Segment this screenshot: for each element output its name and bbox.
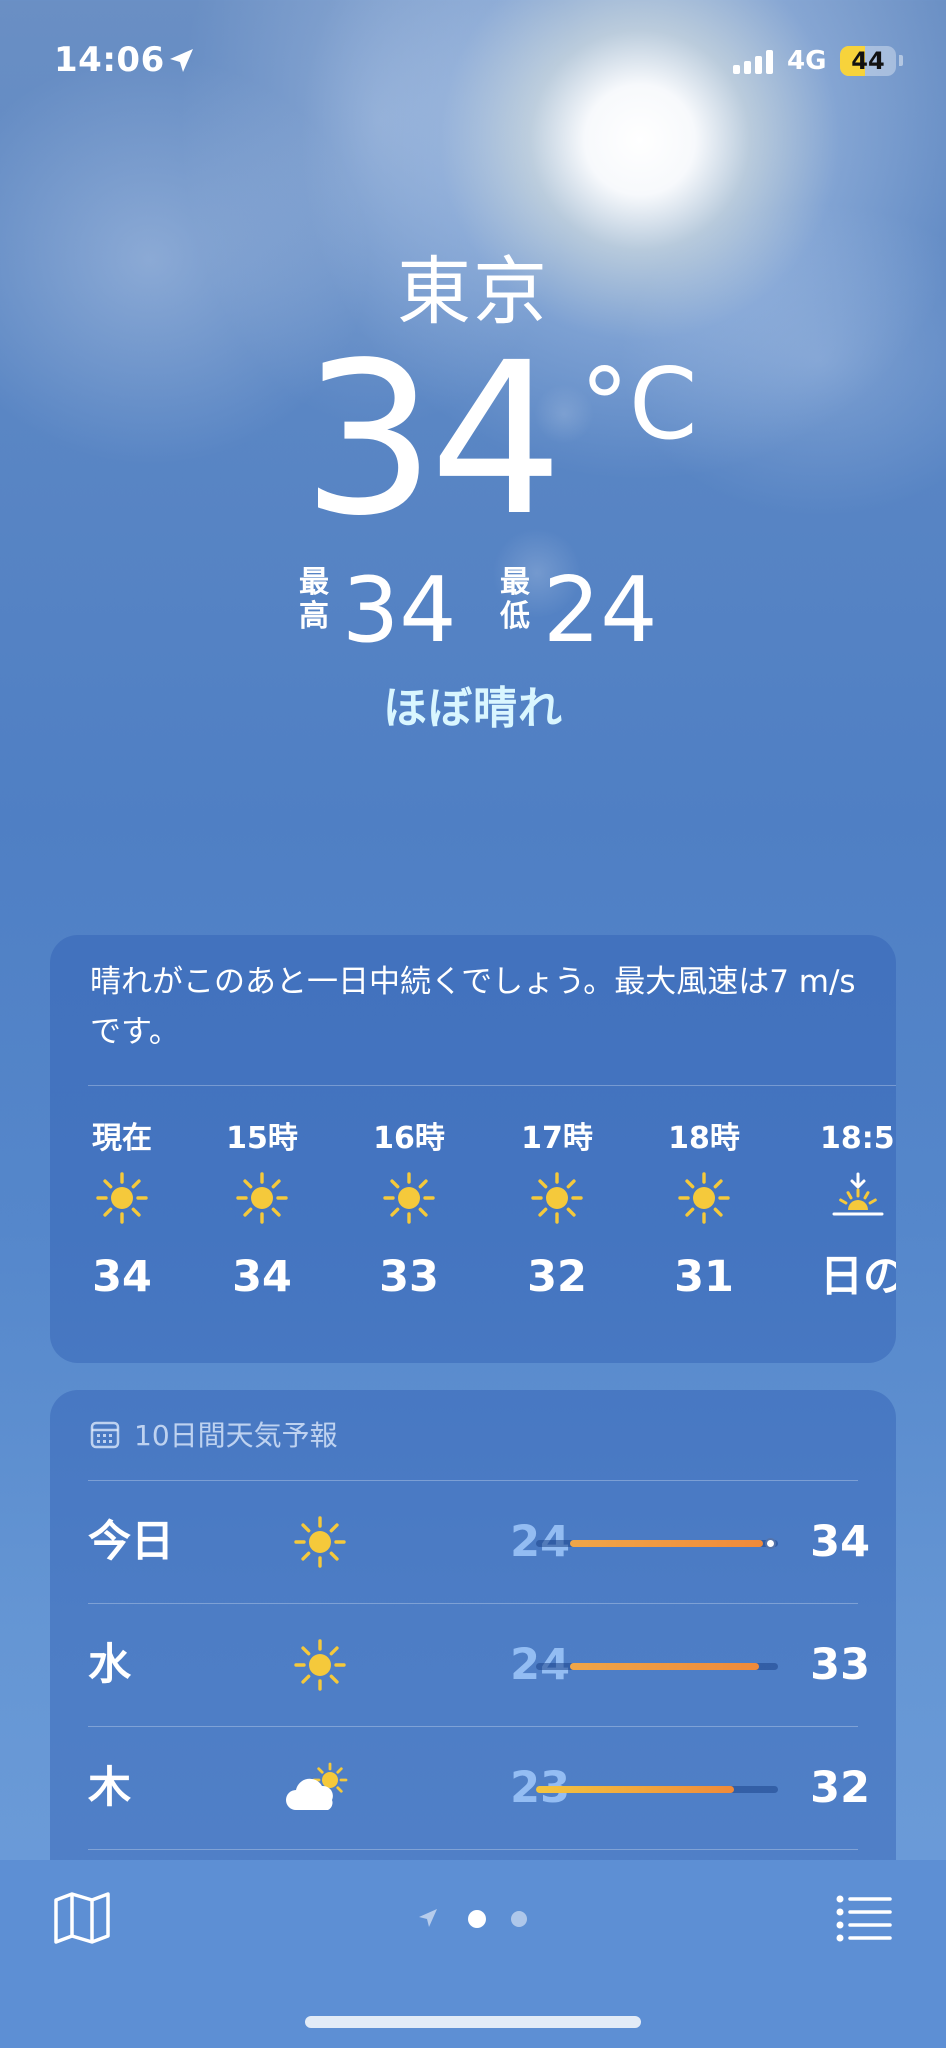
sun-icon: [96, 1172, 148, 1224]
sun-icon: [294, 1639, 346, 1691]
day-label: 水: [88, 1640, 131, 1690]
hour-label: 現在: [92, 1121, 152, 1156]
day-high: 34: [810, 1517, 870, 1567]
high-label: 最高: [299, 565, 329, 634]
sunset-icon: [832, 1172, 884, 1216]
hour-item: 15時 34: [202, 1117, 322, 1307]
daily-row[interactable]: 木 23 32: [50, 1727, 896, 1849]
bottom-toolbar: [0, 1860, 946, 2048]
page-indicator[interactable]: [415, 1904, 535, 1934]
hour-temp: 日の: [820, 1252, 896, 1302]
location-arrow-icon: [419, 1909, 437, 1927]
day-weather-icon: [280, 1628, 360, 1702]
day-label: 木: [88, 1763, 131, 1813]
hour-label: 17時: [521, 1121, 593, 1156]
day-weather-icon: [280, 1505, 360, 1579]
temp-range-bar: [569, 1540, 764, 1547]
sun-icon: [236, 1172, 288, 1224]
hour-item: 18時 31: [644, 1117, 764, 1307]
battery-icon: 44: [840, 46, 896, 76]
low-value: 24: [543, 558, 658, 663]
temperature-unit: °C: [580, 348, 698, 462]
hour-temp: 33: [379, 1252, 439, 1302]
partly-cloudy-icon: [286, 1762, 348, 1810]
daily-forecast-header: 10日間天気予報: [90, 1414, 338, 1454]
high-low: 最高 34 最低 24: [0, 566, 946, 656]
low-label: 最低: [500, 565, 530, 634]
page-dot-active: [468, 1910, 486, 1928]
divider: [88, 1085, 896, 1086]
page-dot: [511, 1911, 527, 1927]
daily-row[interactable]: 今日 24 34: [50, 1481, 896, 1603]
signal-icon: [733, 50, 775, 74]
current-temp-dot: [764, 1538, 776, 1549]
hour-item: 17時 32: [497, 1117, 617, 1307]
temp-range-track: [536, 1538, 778, 1549]
temp-range-bar: [536, 1786, 735, 1793]
sun-icon: [678, 1172, 730, 1224]
day-high: 32: [810, 1763, 870, 1813]
hour-temp: 34: [232, 1252, 292, 1302]
temp-range-bar: [569, 1663, 759, 1670]
sun-icon: [294, 1516, 346, 1568]
hour-item: 18:5 日の: [820, 1117, 896, 1307]
divider: [88, 1849, 858, 1850]
hour-temp: 31: [674, 1252, 734, 1302]
hour-item: 現在 34: [62, 1117, 182, 1307]
location-arrow-icon: [170, 49, 193, 72]
sun-icon: [383, 1172, 435, 1224]
day-label: 今日: [88, 1517, 174, 1567]
day-weather-icon: [280, 1751, 360, 1825]
hour-item: 16時 33: [349, 1117, 469, 1307]
home-indicator[interactable]: [305, 2016, 641, 2028]
status-time: 14:06: [54, 40, 165, 80]
hourly-forecast-card[interactable]: 晴れがこのあと一日中続くでしょう。最大風速は7 m/s です。 現在 34 15時…: [50, 935, 896, 1363]
hour-label: 18:5: [820, 1121, 895, 1156]
temp-range-track: [536, 1786, 778, 1793]
hour-label: 16時: [373, 1121, 445, 1156]
high-value: 34: [342, 558, 457, 663]
forecast-summary: 晴れがこのあと一日中続くでしょう。最大風速は7 m/s です。: [90, 964, 856, 1050]
daily-forecast-title: 10日間天気予報: [134, 1419, 338, 1452]
hour-temp: 34: [92, 1252, 152, 1302]
status-bar: 14:06 4G 44: [0, 38, 946, 88]
battery-level: 44: [851, 47, 885, 75]
hour-label: 18時: [668, 1121, 740, 1156]
map-icon[interactable]: [52, 1890, 112, 1946]
temp-range-track: [536, 1663, 778, 1670]
battery-cap: [899, 55, 903, 66]
list-icon[interactable]: [834, 1892, 894, 1942]
hour-label: 15時: [226, 1121, 298, 1156]
hour-temp: 32: [527, 1252, 587, 1302]
day-high: 33: [810, 1640, 870, 1690]
calendar-icon: [90, 1421, 120, 1449]
daily-row[interactable]: 水 24 33: [50, 1604, 896, 1726]
sun-icon: [531, 1172, 583, 1224]
temperature-value: 34: [302, 317, 563, 562]
current-temperature: 34 °C: [0, 330, 946, 560]
condition-text: ほぼ晴れ: [383, 683, 563, 734]
network-type: 4G: [787, 46, 827, 76]
